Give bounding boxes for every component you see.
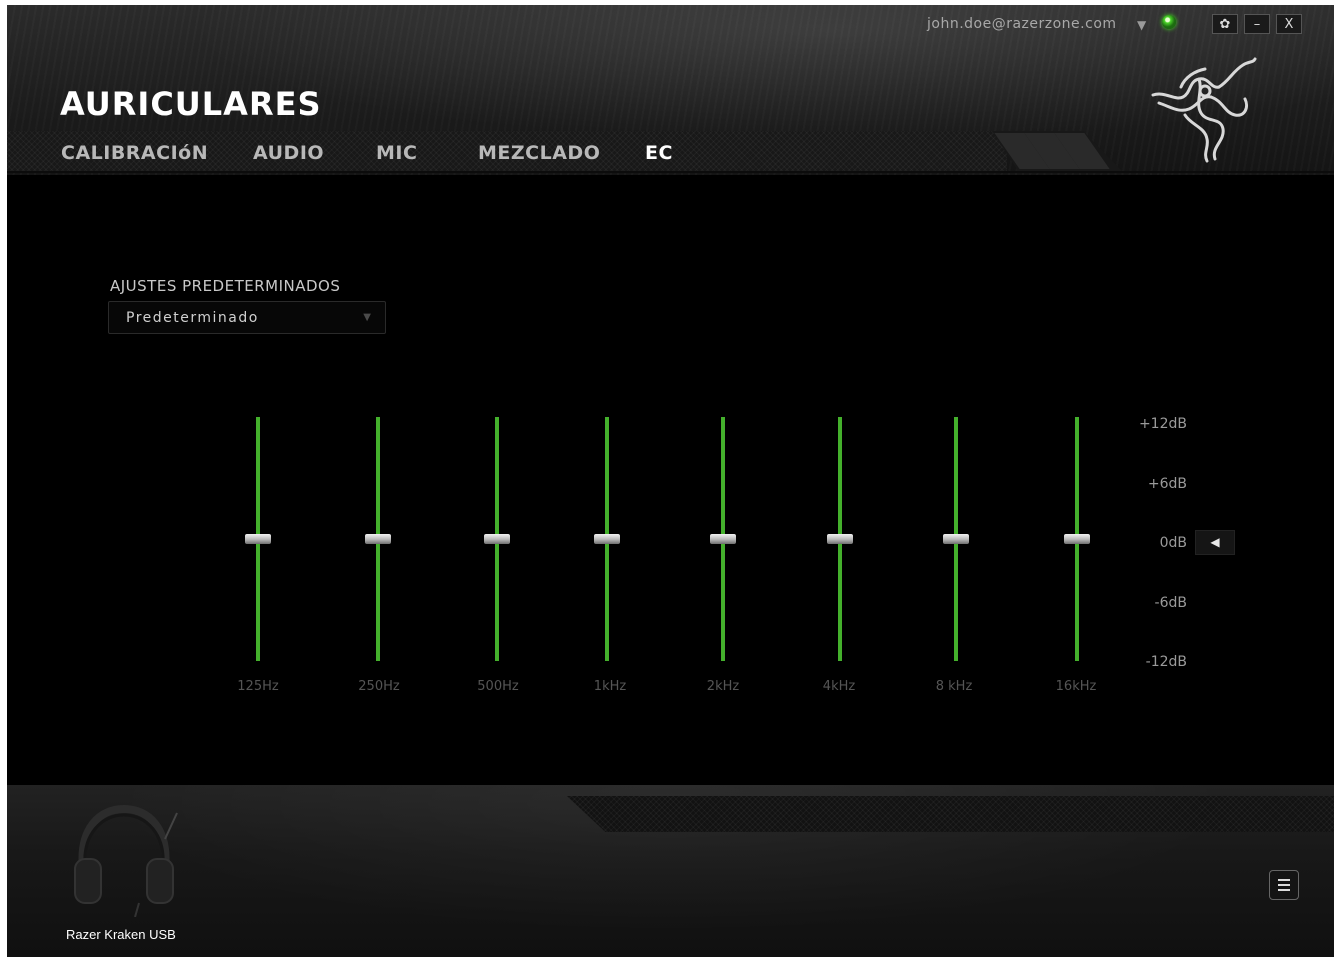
eq-slider-thumb[interactable] [710, 534, 736, 544]
preset-dropdown[interactable]: Predeterminado ▼ [108, 301, 386, 334]
tab-mic[interactable]: MIC [376, 142, 417, 164]
header: john.doe@razerzone.com ▼ ✿ – X AURICULAR… [7, 5, 1334, 175]
chevron-down-icon: ▼ [363, 312, 371, 323]
minimize-button[interactable]: – [1244, 14, 1270, 34]
tab-audio[interactable]: AUDIO [253, 142, 324, 164]
eq-slider-thumb[interactable] [484, 534, 510, 544]
tab-calibracion[interactable]: CALIBRACIóN [61, 142, 208, 164]
eq-slider-thumb[interactable] [827, 534, 853, 544]
account-email[interactable]: john.doe@razerzone.com [927, 16, 1117, 32]
eq-band-label: 2kHz [706, 679, 740, 694]
eq-slider-thumb[interactable] [594, 534, 620, 544]
online-status-icon [1162, 15, 1176, 29]
eq-band-label: 16kHz [1055, 679, 1097, 694]
eq-slider-thumb[interactable] [365, 534, 391, 544]
divider [7, 171, 1334, 173]
preset-selected-value: Predeterminado [126, 310, 259, 326]
footer-strip [567, 796, 1334, 832]
preset-label: AJUSTES PREDETERMINADOS [110, 277, 341, 295]
tab-mezclado[interactable]: MEZCLADO [478, 142, 600, 164]
eq-slider-thumb[interactable] [1064, 534, 1090, 544]
db-scale-label: -12dB [1145, 654, 1187, 670]
page-title: AURICULARES [60, 85, 322, 123]
footer: Razer Kraken USB [7, 785, 1334, 957]
eq-band-label: 1kHz [593, 679, 627, 694]
eq-band-label: 250Hz [358, 679, 400, 694]
eq-band-label: 500Hz [477, 679, 519, 694]
device-name: Razer Kraken USB [66, 927, 176, 942]
razer-logo-icon [1151, 57, 1257, 163]
menu-icon[interactable] [1269, 870, 1299, 900]
settings-button[interactable]: ✿ [1212, 14, 1238, 34]
close-button[interactable]: X [1276, 14, 1302, 34]
db-scale-label: -6dB [1154, 595, 1187, 611]
reset-to-zero-icon[interactable]: ◀ [1195, 530, 1235, 555]
tab-ec[interactable]: EC [645, 142, 673, 164]
eq-slider-thumb[interactable] [245, 534, 271, 544]
account-dropdown-icon[interactable]: ▼ [1137, 18, 1146, 32]
eq-band-label: 8 kHz [935, 679, 973, 694]
db-scale-label: +12dB [1138, 416, 1187, 432]
eq-band-label: 125Hz [237, 679, 279, 694]
eq-band-label: 4kHz [822, 679, 856, 694]
db-scale-label: 0dB [1159, 535, 1187, 551]
eq-slider-thumb[interactable] [943, 534, 969, 544]
synapse-window: john.doe@razerzone.com ▼ ✿ – X AURICULAR… [7, 5, 1334, 957]
db-scale-label: +6dB [1147, 476, 1187, 492]
headset-icon[interactable] [69, 799, 179, 917]
